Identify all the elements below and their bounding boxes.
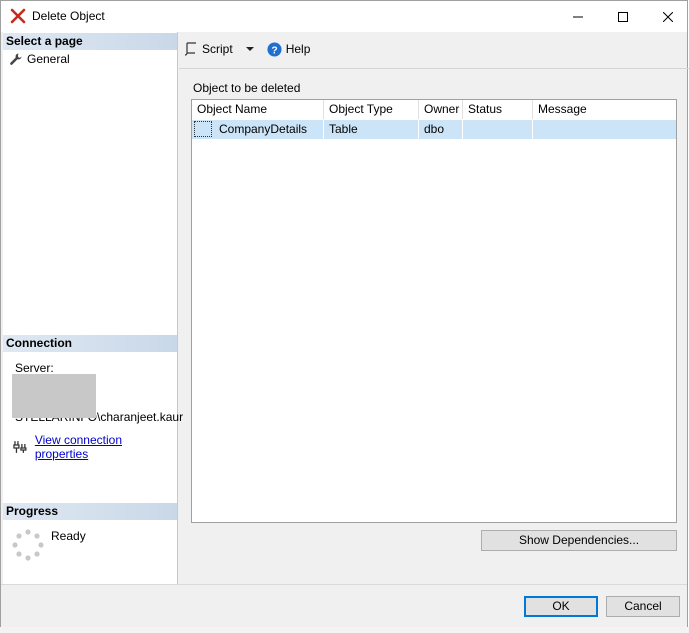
dropdown-arrow-icon[interactable] (245, 44, 255, 54)
page-item-label: General (27, 52, 70, 66)
help-icon: ? (267, 41, 282, 57)
minimize-icon (573, 16, 583, 17)
help-button[interactable]: ? Help (267, 41, 311, 57)
wrench-icon (10, 53, 22, 65)
row-focus-indicator (194, 121, 212, 137)
redacted-region (12, 374, 96, 418)
grid-caption: Object to be deleted (193, 81, 301, 95)
view-connection-properties-link[interactable]: View connection properties (35, 433, 177, 461)
column-header-message[interactable]: Message (533, 100, 676, 119)
toolbar-separator (179, 68, 689, 69)
plug-icon (13, 441, 27, 453)
connection-header: Connection (3, 335, 177, 352)
cell-message (533, 120, 676, 139)
left-panel: Select a page General Connection Server:… (3, 32, 183, 585)
column-header-object-type[interactable]: Object Type (324, 100, 419, 119)
maximize-icon (618, 11, 628, 22)
show-dependencies-button[interactable]: Show Dependencies... (481, 530, 677, 551)
close-icon (663, 11, 673, 22)
svg-text:?: ? (271, 45, 277, 56)
cell-object-type: Table (324, 120, 419, 139)
red-x-icon (10, 8, 26, 24)
server-label: Server: (15, 361, 54, 375)
ok-button[interactable]: OK (524, 596, 598, 617)
objects-grid[interactable]: Object Name Object Type Owner Status Mes… (191, 99, 677, 523)
progress-spinner-icon (12, 529, 44, 561)
maximize-button[interactable] (600, 1, 646, 32)
script-label: Script (202, 42, 233, 56)
script-button[interactable]: Script (184, 42, 255, 56)
cell-object-name: CompanyDetails (214, 120, 324, 139)
background-window-strip (0, 627, 689, 633)
minimize-button[interactable] (555, 1, 601, 32)
connection-properties-row[interactable]: View connection properties (13, 433, 177, 461)
progress-status: Ready (51, 529, 86, 543)
dialog-footer: OK Cancel (1, 584, 687, 628)
table-row[interactable]: CompanyDetails Table dbo (192, 120, 676, 139)
page-item-general[interactable]: General (9, 52, 70, 66)
progress-header: Progress (3, 503, 177, 520)
window-title: Delete Object (32, 9, 105, 23)
grid-header: Object Name Object Type Owner Status Mes… (192, 100, 676, 119)
cell-owner: dbo (419, 120, 463, 139)
column-header-status[interactable]: Status (463, 100, 533, 119)
cancel-button[interactable]: Cancel (606, 596, 680, 617)
delete-object-dialog: Delete Object Select a page General Conn… (0, 0, 689, 628)
column-header-object-name[interactable]: Object Name (192, 100, 324, 119)
select-page-header: Select a page (3, 33, 177, 50)
column-header-owner[interactable]: Owner (419, 100, 463, 119)
cell-status (463, 120, 533, 139)
close-button[interactable] (645, 1, 689, 32)
script-icon (184, 42, 196, 56)
help-label: Help (285, 42, 311, 56)
main-content: Object to be deleted Object Name Object … (190, 77, 678, 525)
toolbar: Script ? Help (184, 39, 310, 59)
title-bar: Delete Object (1, 1, 687, 32)
